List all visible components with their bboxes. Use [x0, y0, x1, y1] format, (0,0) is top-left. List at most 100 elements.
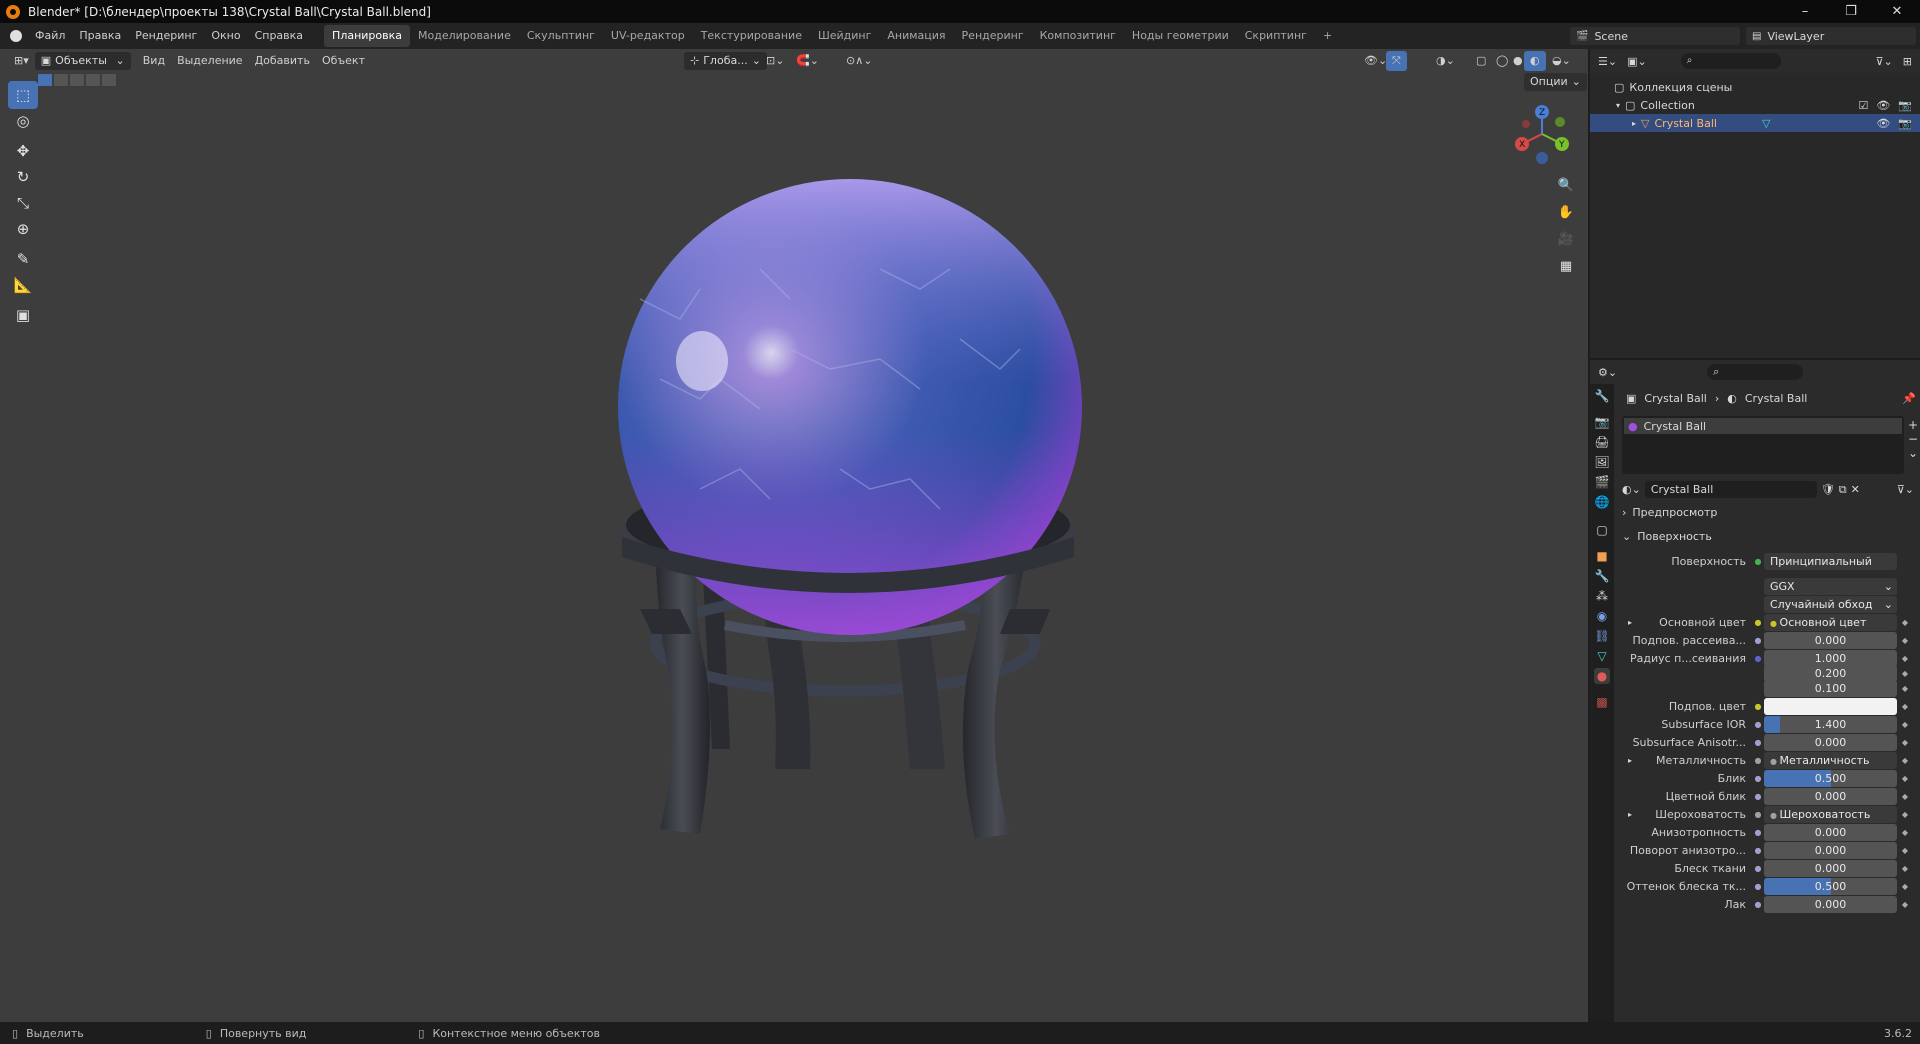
scene-selector[interactable]: 🎬 Scene: [1570, 27, 1740, 45]
move-tool[interactable]: ✥: [8, 137, 38, 165]
expand-icon[interactable]: ▸: [1628, 618, 1632, 627]
properties-search-input[interactable]: ⌕: [1707, 364, 1804, 380]
input-socket-icon[interactable]: ●: [1752, 900, 1764, 909]
keyframe-icon[interactable]: ◆: [1897, 654, 1913, 663]
zoom-icon[interactable]: 🔍: [1554, 173, 1578, 197]
keyframe-icon[interactable]: ◆: [1897, 738, 1913, 747]
editor-type-icon[interactable]: ⊞▾: [8, 51, 35, 71]
color-swatch[interactable]: [1764, 697, 1897, 715]
material-slot-list[interactable]: ● Crystal Ball: [1622, 416, 1904, 474]
number-field[interactable]: 0.000: [1764, 859, 1897, 877]
perspective-grid-icon[interactable]: ▦: [1554, 254, 1578, 278]
texture-tab-icon[interactable]: ▩: [1594, 694, 1610, 710]
mode-selector[interactable]: ▣ Объекты ⌄: [34, 52, 131, 70]
eye-icon[interactable]: 👁: [1876, 99, 1890, 112]
cursor-tool[interactable]: ◎: [8, 107, 38, 135]
minimize-button[interactable]: –: [1782, 0, 1828, 23]
physics-tab-icon[interactable]: ◉: [1594, 608, 1610, 624]
keyframe-icon[interactable]: ◆: [1897, 669, 1913, 678]
new-collection-icon[interactable]: ⊞: [1903, 55, 1912, 68]
scene-tab-icon[interactable]: 🎬: [1594, 474, 1610, 490]
constraints-tab-icon[interactable]: ⛓: [1594, 628, 1610, 644]
pin-icon[interactable]: 📌: [1902, 392, 1916, 405]
eye-icon[interactable]: 👁: [1876, 117, 1890, 130]
proportional-edit-icon[interactable]: ⊙∧⌄: [840, 51, 879, 71]
tab-animation[interactable]: Анимация: [879, 25, 953, 47]
keyframe-icon[interactable]: ◆: [1897, 810, 1913, 819]
viewlayer-selector[interactable]: ▤ ViewLayer: [1746, 27, 1916, 45]
menu-window[interactable]: Окно: [204, 23, 247, 49]
input-socket-icon[interactable]: ●: [1752, 738, 1764, 747]
snap-icon[interactable]: 🧲⌄: [790, 51, 825, 71]
keyframe-icon[interactable]: ◆: [1897, 756, 1913, 765]
options-dropdown[interactable]: Опции ⌄: [1524, 73, 1587, 91]
pivot-icon[interactable]: ⊡⌄: [760, 51, 790, 71]
input-socket-icon[interactable]: ●: [1752, 882, 1764, 891]
number-field[interactable]: 0.000: [1764, 895, 1897, 913]
checkbox-icon[interactable]: ☑: [1858, 99, 1868, 112]
duplicate-material-icon[interactable]: ⧉: [1839, 483, 1847, 497]
select-new-icon[interactable]: [38, 74, 52, 86]
view-layer-tab-icon[interactable]: 🖼: [1594, 454, 1610, 470]
blender-menu-icon[interactable]: [10, 30, 22, 42]
input-socket-icon[interactable]: ●: [1752, 636, 1764, 645]
select-subtract-icon[interactable]: [70, 74, 84, 86]
expand-icon[interactable]: ▾: [1616, 101, 1620, 110]
tab-rendering[interactable]: Рендеринг: [954, 25, 1032, 47]
remove-slot-button[interactable]: −: [1908, 432, 1918, 446]
input-socket-icon[interactable]: ●: [1752, 828, 1764, 837]
outliner-search-input[interactable]: ⌕: [1680, 53, 1781, 69]
number-field[interactable]: 0.000: [1764, 841, 1897, 859]
output-tab-icon[interactable]: 🖨: [1594, 434, 1610, 450]
link-icon[interactable]: ⊽⌄: [1897, 483, 1914, 496]
keyframe-icon[interactable]: ◆: [1897, 684, 1913, 693]
tab-shading[interactable]: Шейдинг: [810, 25, 879, 47]
keyframe-icon[interactable]: ◆: [1897, 636, 1913, 645]
tool-tab-icon[interactable]: 🔧: [1594, 388, 1610, 404]
modifier-tab-icon[interactable]: 🔧: [1594, 568, 1610, 584]
keyframe-icon[interactable]: ◆: [1897, 864, 1913, 873]
menu-view[interactable]: Вид: [137, 51, 171, 71]
number-field[interactable]: 0.000: [1764, 787, 1897, 805]
material-slot[interactable]: ● Crystal Ball: [1624, 418, 1902, 434]
material-name-field[interactable]: Crystal Ball: [1644, 481, 1817, 498]
rotate-tool[interactable]: ↻: [8, 163, 38, 191]
annotate-tool[interactable]: ✎: [8, 245, 38, 273]
linked-input-field[interactable]: ● Основной цвет: [1764, 613, 1897, 631]
add-cube-tool[interactable]: ▣: [8, 301, 38, 329]
tab-scripting[interactable]: Скриптинг: [1237, 25, 1315, 47]
material-shading-icon[interactable]: ◐: [1524, 51, 1546, 71]
close-button[interactable]: ✕: [1874, 0, 1920, 23]
keyframe-icon[interactable]: ◆: [1897, 792, 1913, 801]
input-socket-icon[interactable]: ●: [1752, 810, 1764, 819]
input-socket-icon[interactable]: ●: [1752, 702, 1764, 711]
add-slot-button[interactable]: +: [1908, 418, 1918, 432]
input-socket-icon[interactable]: ●: [1752, 720, 1764, 729]
number-field[interactable]: 0.500: [1764, 769, 1897, 787]
expand-icon[interactable]: ▸: [1628, 810, 1632, 819]
input-socket-icon[interactable]: ●: [1752, 864, 1764, 873]
number-field[interactable]: 0.500: [1764, 877, 1897, 895]
tab-geometry-nodes[interactable]: Ноды геометрии: [1124, 25, 1237, 47]
data-tab-icon[interactable]: ▽: [1594, 648, 1610, 664]
pan-hand-icon[interactable]: ✋: [1554, 200, 1578, 224]
input-socket-icon[interactable]: ●: [1752, 618, 1764, 627]
preview-panel-header[interactable]: › Предпросмотр: [1622, 506, 1717, 519]
keyframe-icon[interactable]: ◆: [1897, 702, 1913, 711]
keyframe-icon[interactable]: ◆: [1897, 900, 1913, 909]
keyframe-icon[interactable]: ◆: [1897, 720, 1913, 729]
tab-layout[interactable]: Планировка: [324, 25, 411, 47]
tab-modeling[interactable]: Моделирование: [410, 25, 519, 47]
linked-input-field[interactable]: ● Металличность: [1764, 751, 1897, 769]
properties-editor-icon[interactable]: ⚙⌄: [1598, 366, 1617, 379]
distribution-dropdown[interactable]: GGX ⌄: [1764, 577, 1897, 595]
keyframe-icon[interactable]: ◆: [1897, 774, 1913, 783]
world-tab-icon[interactable]: 🌐: [1594, 494, 1610, 510]
material-browse-icon[interactable]: ◐⌄: [1622, 483, 1641, 496]
navigation-gizmo[interactable]: Z X Y: [1512, 102, 1572, 166]
input-socket-icon[interactable]: ●: [1752, 846, 1764, 855]
camera-icon[interactable]: 📷: [1898, 117, 1912, 130]
display-mode-icon[interactable]: ▣⌄: [1627, 55, 1647, 68]
number-field[interactable]: 0.000: [1764, 733, 1897, 751]
transform-tool[interactable]: ⊕: [8, 215, 38, 243]
